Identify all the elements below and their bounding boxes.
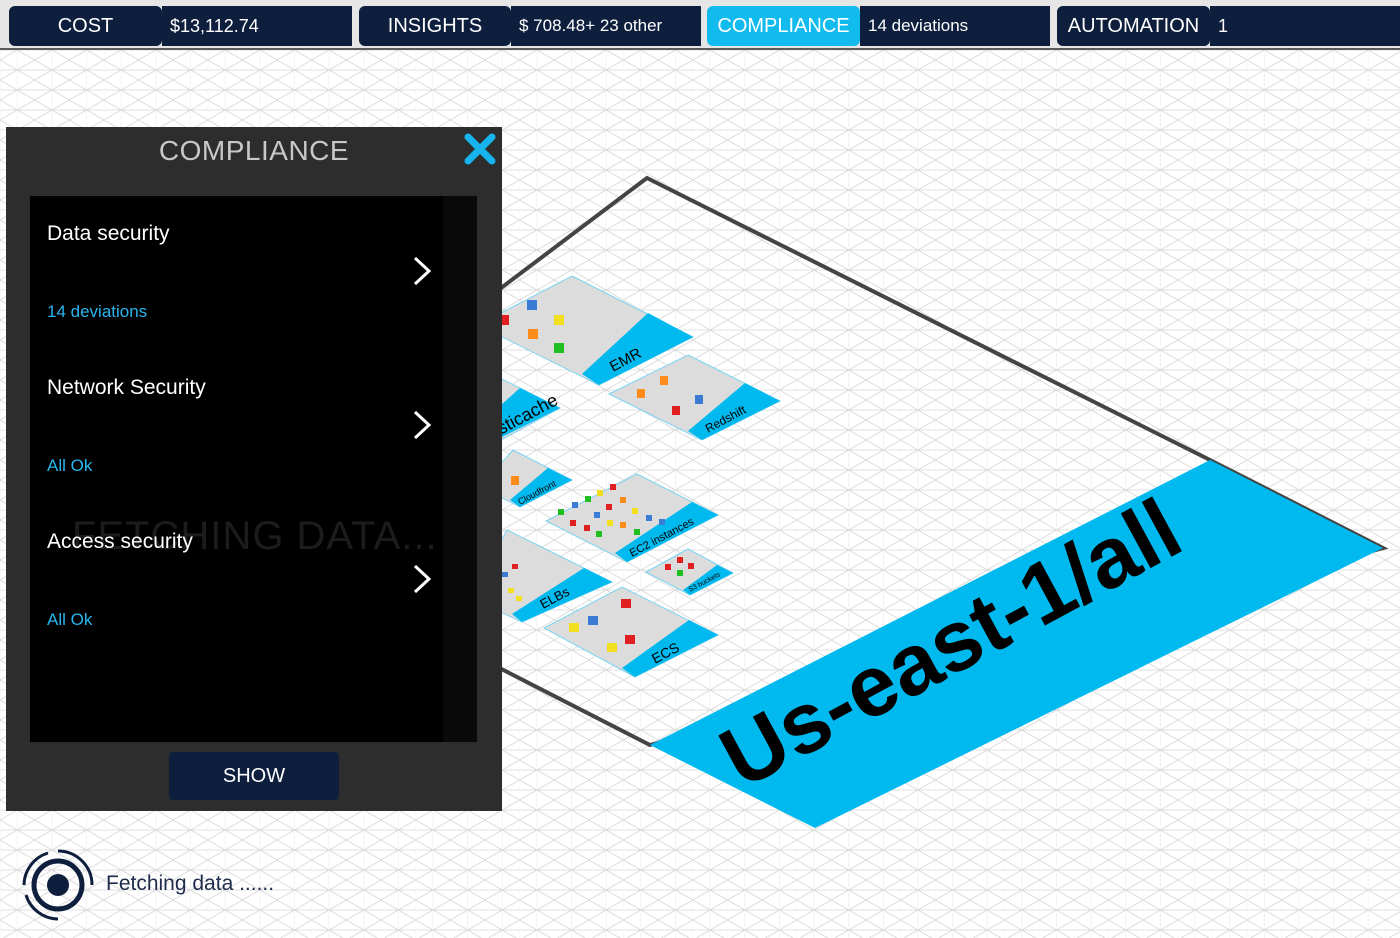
resource-cube [688, 563, 694, 569]
compliance-item-title: Network Security [47, 376, 206, 399]
compliance-item-access-security[interactable]: Access security All Ok [30, 504, 443, 658]
chevron-right-icon[interactable] [410, 408, 434, 442]
panel-title: COMPLIANCE [158, 135, 350, 166]
loading-status-text: Fetching data ...... [106, 872, 275, 895]
show-button[interactable]: SHOW [169, 752, 339, 800]
compliance-item-title: Access security [47, 530, 193, 553]
compliance-list: FETCHING DATA... Data security 14 deviat… [30, 196, 477, 742]
resource-cube [554, 343, 564, 353]
resource-cube [588, 616, 598, 625]
list-scrollbar[interactable] [443, 196, 477, 742]
resource-cube [637, 389, 645, 398]
close-icon[interactable] [462, 131, 498, 167]
compliance-item-status: All Ok [47, 610, 93, 629]
compliance-item-data-security[interactable]: Data security 14 deviations [30, 196, 443, 350]
top-toolbar: COST $13,112.74 INSIGHTS $ 708.48+ 23 ot… [0, 0, 1400, 50]
resource-cube [511, 476, 519, 485]
insights-button[interactable]: INSIGHTS [359, 6, 511, 46]
resource-cube [569, 623, 579, 632]
compliance-item-network-security[interactable]: Network Security All Ok [30, 350, 443, 504]
resource-cube [527, 300, 537, 310]
resource-cube [625, 635, 635, 644]
compliance-button[interactable]: COMPLIANCE [707, 6, 860, 46]
resource-cube [677, 570, 683, 576]
resource-cube [528, 329, 538, 339]
resource-cube [677, 557, 683, 563]
resource-cube [621, 599, 631, 608]
automation-button[interactable]: AUTOMATION [1057, 6, 1210, 46]
insights-value: $ 708.48+ 23 other [511, 6, 701, 46]
chevron-right-icon[interactable] [410, 562, 434, 596]
cost-value: $13,112.74 [162, 6, 352, 46]
resource-cube [660, 376, 668, 385]
compliance-value: 14 deviations [860, 6, 1050, 46]
resource-cube [554, 315, 564, 325]
resource-cube [665, 564, 671, 570]
loading-spinner-icon [22, 849, 94, 921]
compliance-item-status: 14 deviations [47, 302, 148, 321]
chevron-right-icon[interactable] [410, 254, 434, 288]
compliance-item-status: All Ok [47, 456, 93, 475]
resource-cube [607, 643, 617, 652]
compliance-panel: COMPLIANCE FETCHING DATA... Data securit… [6, 127, 502, 811]
cost-button[interactable]: COST [9, 6, 162, 46]
automation-value: 1 [1210, 6, 1400, 46]
resource-cube [695, 395, 703, 404]
resource-cube [672, 406, 680, 415]
compliance-item-title: Data security [47, 222, 170, 245]
